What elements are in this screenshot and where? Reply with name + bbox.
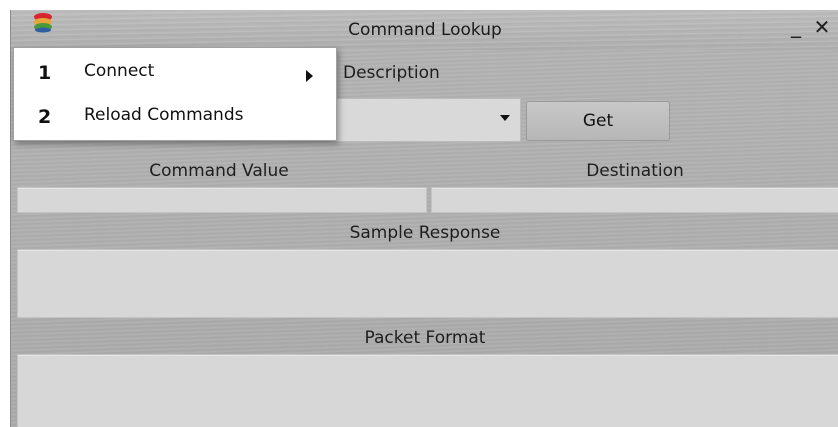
sample-response-label: Sample Response	[349, 223, 501, 243]
close-button[interactable]: ✕	[811, 15, 833, 39]
command-value-field[interactable]	[17, 187, 427, 213]
packet-format-label: Packet Format	[364, 328, 486, 348]
sample-response-field[interactable]	[17, 249, 838, 318]
command-value-label: Command Value	[149, 161, 289, 181]
menu-item-connect[interactable]: 1 Connect	[14, 50, 336, 94]
description-label: Description	[343, 63, 440, 83]
description-dropdown[interactable]	[331, 98, 521, 142]
chevron-right-icon	[306, 70, 313, 82]
window-title: Command Lookup	[348, 20, 502, 40]
menu-item-label: Reload Commands	[84, 105, 244, 125]
title-bar[interactable]: Command Lookup _ ✕	[11, 10, 838, 50]
chevron-down-icon[interactable]	[500, 115, 510, 121]
packet-format-field[interactable]	[17, 354, 838, 427]
menu-item-label: Connect	[84, 61, 155, 81]
get-button-label: Get	[582, 111, 614, 131]
minimize-button[interactable]: _	[785, 14, 807, 38]
destination-label: Destination	[586, 161, 684, 181]
destination-field[interactable]	[431, 187, 838, 213]
menu-item-number: 2	[38, 106, 52, 128]
context-menu: 1 Connect 2 Reload Commands	[13, 47, 337, 141]
get-button[interactable]: Get	[526, 101, 670, 141]
menu-item-reload-commands[interactable]: 2 Reload Commands	[14, 94, 336, 138]
menu-item-number: 1	[38, 62, 52, 84]
